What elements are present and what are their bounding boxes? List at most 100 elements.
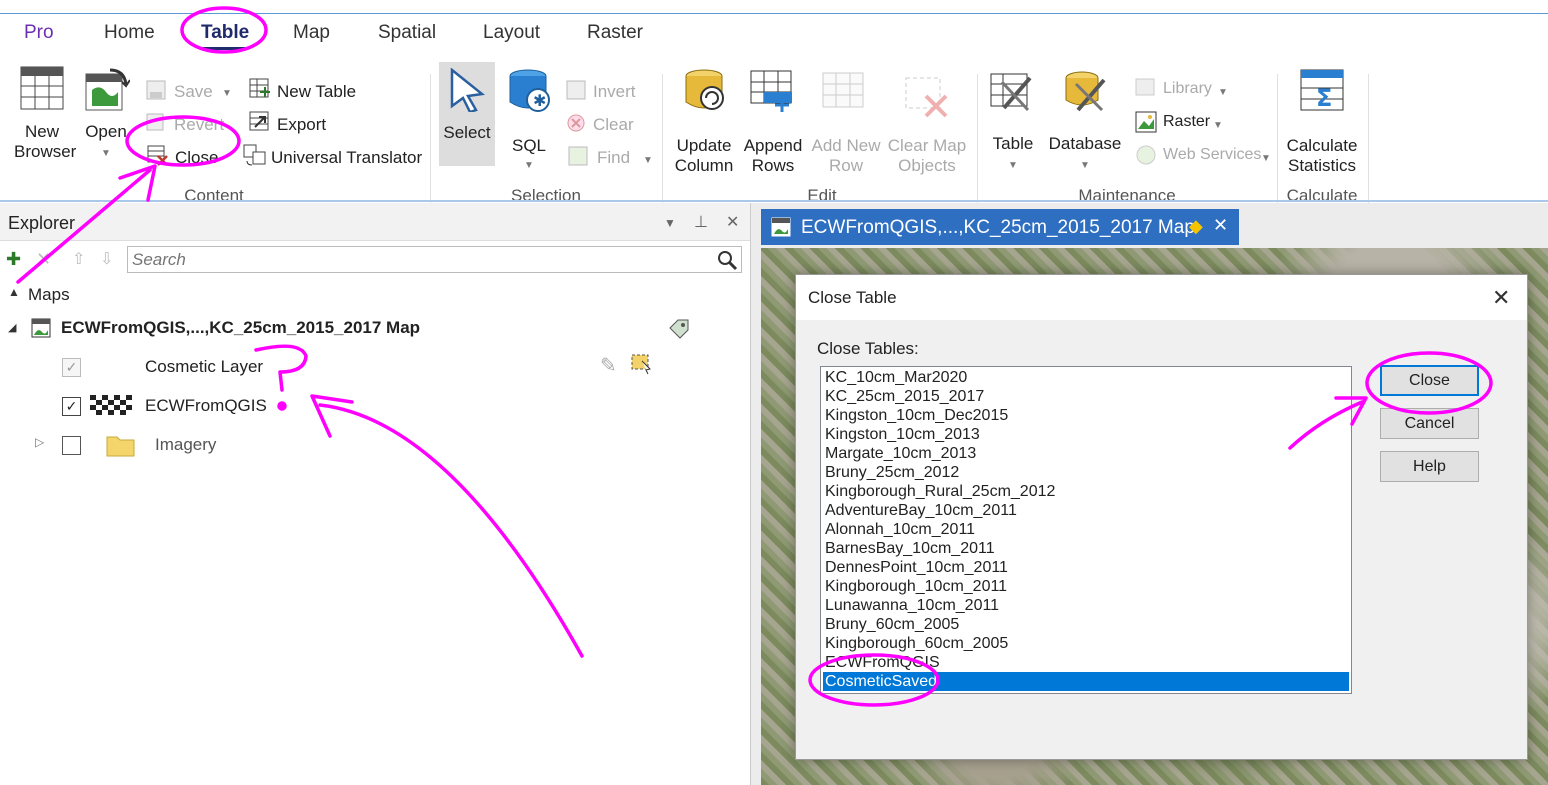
imagery-expand-icon[interactable]: ▷ xyxy=(35,435,44,449)
tab-pro[interactable]: Pro xyxy=(24,22,54,44)
search-icon[interactable] xyxy=(717,250,739,272)
calculate-statistics-label: Calculate Statistics xyxy=(1286,136,1358,175)
imagery-label[interactable]: Imagery xyxy=(155,435,216,455)
pin-icon[interactable]: ⊥ xyxy=(694,212,708,232)
invert-label: Invert xyxy=(593,82,636,101)
revert-label: Revert xyxy=(174,115,225,134)
sql-database-icon: ✱ xyxy=(509,69,550,112)
open-map-icon xyxy=(85,68,130,111)
map-tag-icon[interactable] xyxy=(668,318,690,340)
dialog-cancel-button[interactable]: Cancel xyxy=(1380,408,1479,439)
tab-spatial[interactable]: Spatial xyxy=(378,22,436,44)
clear-map-objects-label: Clear Map Objects xyxy=(887,136,967,175)
raster-dropdown-icon: ▼ xyxy=(1213,120,1223,131)
select-button[interactable]: Select xyxy=(439,62,495,166)
table-list-item[interactable]: Lunawanna_10cm_2011 xyxy=(823,596,1349,615)
table-list-item[interactable]: AdventureBay_10cm_2011 xyxy=(823,501,1349,520)
tab-table[interactable]: Table xyxy=(201,22,249,44)
maps-collapse-icon[interactable]: ▲ xyxy=(8,285,20,299)
select-arrow-icon xyxy=(450,68,486,112)
dialog-close-icon[interactable]: ✕ xyxy=(1492,285,1510,311)
ecw-layer-label[interactable]: ECWFromQGIS xyxy=(145,396,267,416)
explorer-title: Explorer xyxy=(8,213,76,233)
maps-label: Maps xyxy=(28,285,70,304)
ecw-layer-checkbox[interactable]: ✓ xyxy=(62,397,81,416)
open-label: Open xyxy=(85,122,127,141)
dialog-help-button[interactable]: Help xyxy=(1380,451,1479,482)
export-icon xyxy=(249,111,269,131)
table-list-item[interactable]: Kingborough_Rural_25cm_2012 xyxy=(823,482,1349,501)
svg-text:Σ: Σ xyxy=(1316,84,1332,112)
table-list-item[interactable]: KC_25cm_2015_2017 xyxy=(823,387,1349,406)
table-list-item[interactable]: CosmeticSaved xyxy=(823,672,1349,691)
table-maintenance-label: Table xyxy=(992,134,1034,153)
group-separator xyxy=(662,74,663,209)
move-down-icon[interactable]: ⇩ xyxy=(100,249,113,269)
append-rows-label: Append Rows xyxy=(743,136,803,175)
tab-map[interactable]: Map xyxy=(293,22,330,44)
table-list-item[interactable]: Bruny_60cm_2005 xyxy=(823,615,1349,634)
library-dropdown-icon: ▼ xyxy=(1218,87,1228,98)
close-label: Close xyxy=(175,148,219,167)
table-list-item[interactable]: Kingston_10cm_2013 xyxy=(823,425,1349,444)
imagery-checkbox[interactable] xyxy=(62,436,81,455)
invert-icon xyxy=(566,80,586,100)
add-icon[interactable]: ✚ xyxy=(6,249,21,270)
table-list-item[interactable]: Kingborough_10cm_2011 xyxy=(823,577,1349,596)
close-pane-icon[interactable]: ✕ xyxy=(726,212,739,232)
table-list-item[interactable]: ECWFromQGIS xyxy=(823,653,1349,672)
table-list-item[interactable]: Kingston_10cm_Dec2015 xyxy=(823,406,1349,425)
sql-label: SQL xyxy=(511,136,547,155)
new-browser-label: New Browser xyxy=(14,122,77,161)
map-tab-title: ECWFromQGIS,...,KC_25cm_2015_2017 Map xyxy=(801,217,1195,238)
cosmetic-layer-checkbox[interactable]: ✓ xyxy=(62,358,81,377)
new-table-label: New Table xyxy=(277,82,357,101)
calculate-statistics-icon: Σ xyxy=(1300,69,1344,112)
table-list-item[interactable]: Kingborough_60cm_2005 xyxy=(823,634,1349,653)
find-icon xyxy=(568,146,588,166)
map-icon xyxy=(31,318,51,338)
table-list-item[interactable]: DennesPoint_10cm_2011 xyxy=(823,558,1349,577)
close-tab-icon[interactable]: ✕ xyxy=(1213,215,1228,236)
find-dropdown-icon: ▼ xyxy=(643,155,653,166)
add-row-icon xyxy=(822,72,864,108)
close-tables-listbox[interactable]: KC_10cm_Mar2020 KC_25cm_2015_2017 Kingston… xyxy=(820,366,1352,694)
map-tab[interactable]: ECWFromQGIS,...,KC_25cm_2015_2017 Map ◆ … xyxy=(761,209,1239,245)
map-icon xyxy=(771,217,791,237)
open-dropdown-icon: ▼ xyxy=(101,148,111,159)
universal-translator-label: Universal Translator xyxy=(271,148,423,167)
select-label: Select xyxy=(443,123,491,142)
revert-icon xyxy=(146,113,164,131)
edit-pencil-icon[interactable]: ✎ xyxy=(600,353,617,378)
group-separator xyxy=(430,74,431,209)
ribbon: Pro Home Table Map Spatial Layout Raster… xyxy=(0,14,1548,209)
dialog-titlebar: Close Table ✕ xyxy=(796,275,1527,320)
tab-raster[interactable]: Raster xyxy=(587,22,643,44)
clear-label: Clear xyxy=(593,115,634,134)
search-box[interactable] xyxy=(127,246,742,273)
select-features-icon[interactable] xyxy=(630,353,654,375)
table-list-item[interactable]: Alonnah_10cm_2011 xyxy=(823,520,1349,539)
table-list-item[interactable]: BarnesBay_10cm_2011 xyxy=(823,539,1349,558)
pane-options-icon[interactable]: ▼ xyxy=(664,216,676,230)
browser-table-icon xyxy=(20,66,64,110)
move-up-icon[interactable]: ⇧ xyxy=(72,249,85,269)
save-label: Save xyxy=(174,82,213,101)
dialog-title: Close Table xyxy=(808,288,897,307)
search-input[interactable] xyxy=(132,250,702,270)
explorer-pane: Explorer ▼ ⊥ ✕ ✚ ✕ ⇧ ⇩ ▲ Maps ◢ ECWFromQ… xyxy=(0,203,750,785)
map-expand-icon[interactable]: ◢ xyxy=(8,321,16,334)
remove-icon[interactable]: ✕ xyxy=(36,249,51,270)
group-separator xyxy=(977,74,978,209)
table-list-item[interactable]: KC_10cm_Mar2020 xyxy=(823,368,1349,387)
tab-home[interactable]: Home xyxy=(104,22,155,44)
new-table-icon xyxy=(249,78,270,98)
table-list-item[interactable]: Margate_10cm_2013 xyxy=(823,444,1349,463)
tab-layout[interactable]: Layout xyxy=(483,22,540,44)
table-list-item[interactable]: Bruny_25cm_2012 xyxy=(823,463,1349,482)
cosmetic-layer-label[interactable]: Cosmetic Layer xyxy=(145,357,263,377)
table-dropdown-icon: ▼ xyxy=(1008,160,1018,171)
clear-map-objects-icon xyxy=(905,77,948,118)
map-name[interactable]: ECWFromQGIS,...,KC_25cm_2015_2017 Map xyxy=(61,318,420,338)
dialog-close-button[interactable]: Close xyxy=(1380,365,1479,396)
